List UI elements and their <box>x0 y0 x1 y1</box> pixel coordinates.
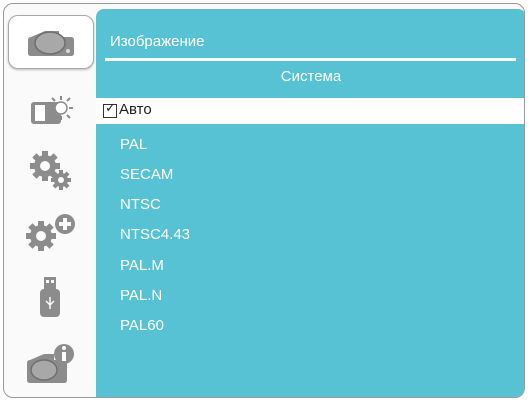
advanced-settings-icon <box>26 214 75 251</box>
option-pal-n[interactable]: PAL.N <box>120 287 162 304</box>
option-ntsc443[interactable]: NTSC4.43 <box>120 226 190 243</box>
tab-info[interactable] <box>8 338 92 390</box>
option-pal60[interactable]: PAL60 <box>120 317 164 334</box>
usb-icon <box>40 277 60 317</box>
tab-settings[interactable] <box>8 144 92 196</box>
settings-gear-icon <box>30 151 71 190</box>
tab-advanced-settings[interactable] <box>8 209 92 261</box>
page-title: Изображение <box>110 33 205 50</box>
option-selected-row[interactable]: ✓ Авто <box>96 98 524 124</box>
title-divider <box>105 58 516 61</box>
brightness-icon <box>31 96 73 124</box>
tab-usb[interactable] <box>8 272 92 324</box>
option-ntsc[interactable]: NTSC <box>120 196 161 213</box>
option-pal[interactable]: PAL <box>120 136 147 153</box>
checkbox[interactable]: ✓ <box>103 101 117 118</box>
option-secam[interactable]: SECAM <box>120 166 173 183</box>
tab-image[interactable] <box>8 15 94 69</box>
sidebar <box>4 4 94 397</box>
option-pal-m[interactable]: PAL.M <box>120 257 164 274</box>
section-header: Система <box>280 68 342 85</box>
content-panel: Изображение Система ✓ Авто PAL SECAM NTS… <box>96 9 524 397</box>
option-label: Авто <box>119 101 152 118</box>
projector-icon <box>28 31 74 56</box>
menu-window: Изображение Система ✓ Авто PAL SECAM NTS… <box>3 3 525 398</box>
info-icon <box>27 344 74 383</box>
tab-brightness[interactable] <box>8 86 92 138</box>
checkmark-icon: ✓ <box>105 101 116 116</box>
